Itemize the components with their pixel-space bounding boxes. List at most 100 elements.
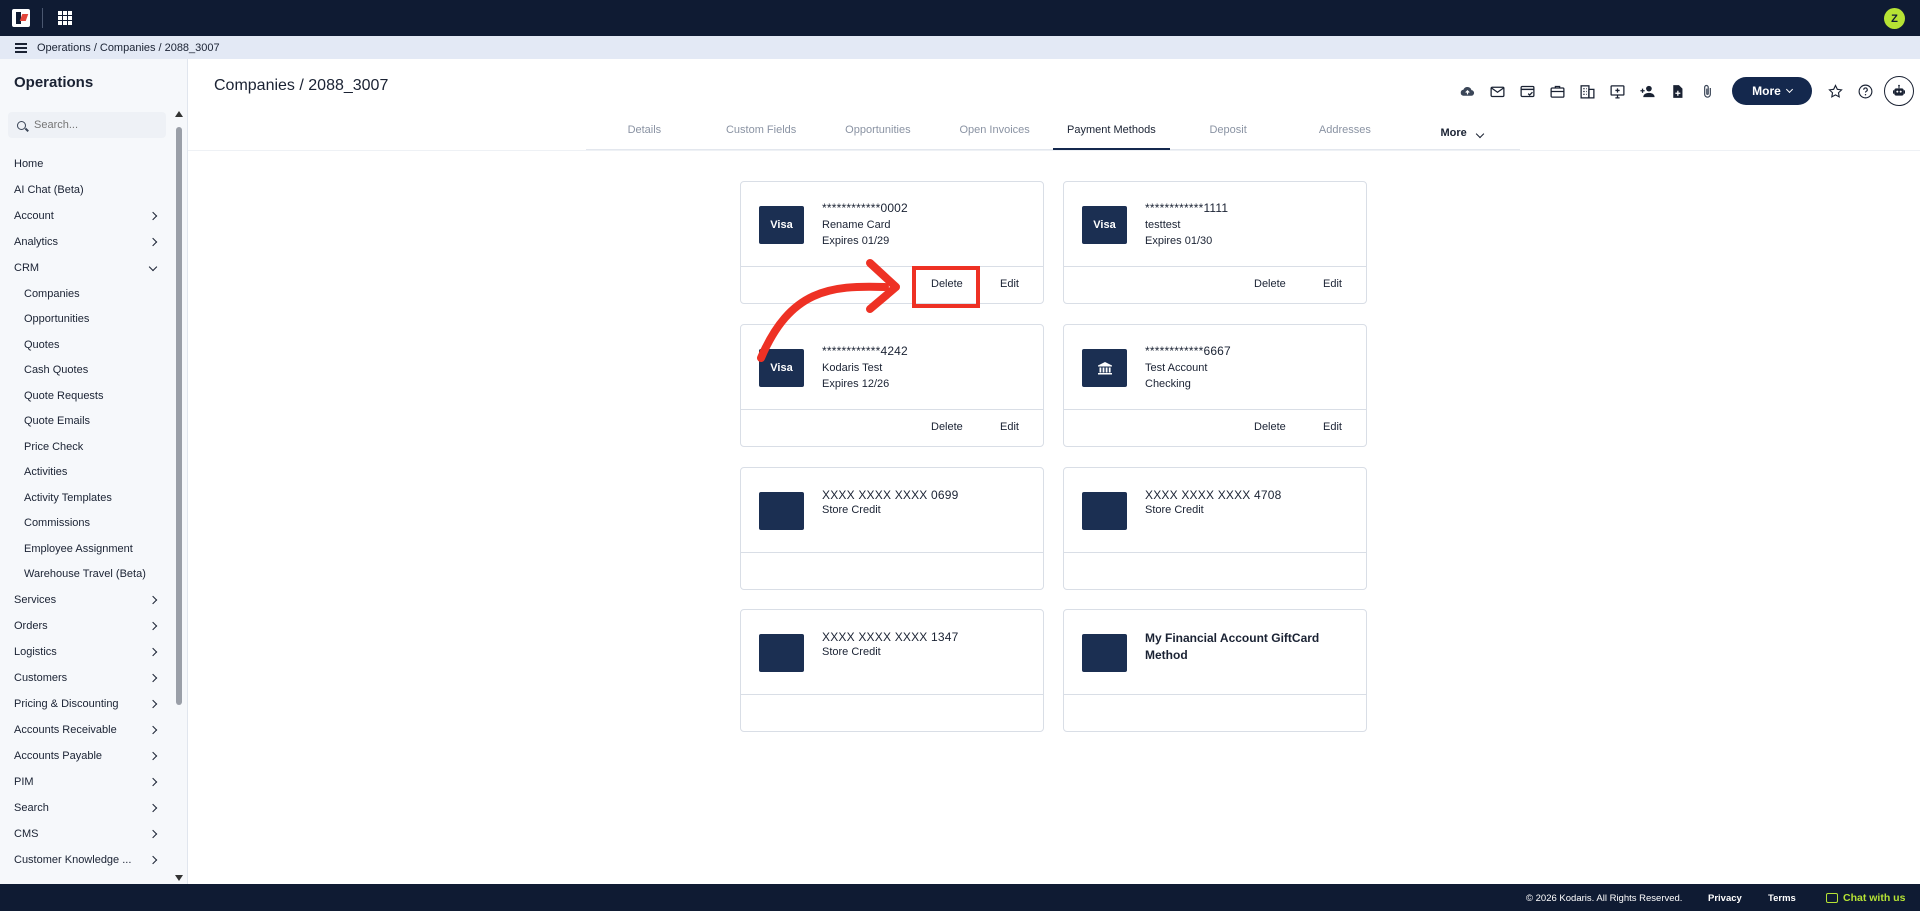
payment-method-card: Visa ************1111 testtest Expires 0… <box>1063 181 1367 304</box>
sidebar-subitem-companies[interactable]: Companies <box>0 281 170 307</box>
highlight-box <box>912 266 980 308</box>
delete-button[interactable]: Delete <box>1254 278 1286 290</box>
sidebar-item-account[interactable]: Account <box>0 203 170 229</box>
privacy-link[interactable]: Privacy <box>1708 893 1742 904</box>
sidebar-item-customers[interactable]: Customers <box>0 665 170 691</box>
monitor-plus-icon[interactable] <box>1602 80 1632 102</box>
sidebar-item-customer-knowledge[interactable]: Customer Knowledge ... <box>0 847 170 873</box>
sidebar-subitem-price-check[interactable]: Price Check <box>0 434 170 460</box>
tab-payment-methods[interactable]: Payment Methods <box>1053 117 1170 150</box>
sidebar-item-orders[interactable]: Orders <box>0 613 170 639</box>
chevron-down-icon <box>1475 129 1485 139</box>
sidebar: Operations Home AI Chat (Beta) Account Anal… <box>0 59 188 884</box>
edit-button[interactable]: Edit <box>1323 421 1342 433</box>
divider <box>188 150 1920 151</box>
divider <box>42 8 43 28</box>
sidebar-title: Operations <box>14 74 94 91</box>
scrollbar-thumb[interactable] <box>176 127 182 705</box>
sidebar-item-search[interactable]: Search <box>0 795 170 821</box>
sidebar-nav: Home AI Chat (Beta) Account Analytics CRM Com… <box>0 151 170 873</box>
tab-opportunities[interactable]: Opportunities <box>820 117 937 149</box>
payment-method-name: My Financial Account GiftCard Method <box>1145 631 1320 662</box>
mail-icon[interactable] <box>1482 80 1512 102</box>
paperclip-icon[interactable] <box>1692 80 1722 102</box>
edit-button[interactable]: Edit <box>1000 278 1019 290</box>
payment-method-card: ************6667 Test Account Checking D… <box>1063 324 1367 447</box>
sidebar-subitem-quotes[interactable]: Quotes <box>0 332 170 358</box>
help-icon[interactable] <box>1850 80 1880 102</box>
sidebar-subitem-quote-emails[interactable]: Quote Emails <box>0 409 170 435</box>
delete-button[interactable]: Delete <box>1254 421 1286 433</box>
sidebar-item-crm[interactable]: CRM <box>0 255 170 281</box>
card-number: XXXX XXXX XXXX 0699 <box>822 488 959 502</box>
sidebar-search[interactable] <box>8 112 166 138</box>
sidebar-item-label: Analytics <box>14 236 59 248</box>
terms-link[interactable]: Terms <box>1768 893 1796 904</box>
tab-deposit[interactable]: Deposit <box>1170 117 1287 149</box>
chevron-down-icon <box>1785 85 1793 94</box>
sidebar-item-pricing-discounting[interactable]: Pricing & Discounting <box>0 691 170 717</box>
sidebar-item-logistics[interactable]: Logistics <box>0 639 170 665</box>
briefcase-icon[interactable] <box>1542 80 1572 102</box>
edit-button[interactable]: Edit <box>1323 278 1342 290</box>
assistant-bot-icon[interactable] <box>1884 76 1914 106</box>
sidebar-subitem-quote-requests[interactable]: Quote Requests <box>0 383 170 409</box>
apps-grid-icon[interactable] <box>58 11 72 25</box>
sidebar-subitem-employee-assignment[interactable]: Employee Assignment <box>0 536 170 562</box>
sidebar-item-home[interactable]: Home <box>0 151 170 177</box>
scroll-down-icon[interactable] <box>175 875 183 881</box>
file-plus-icon[interactable] <box>1662 80 1692 102</box>
search-input[interactable] <box>34 119 154 131</box>
sidebar-subitem-opportunities[interactable]: Opportunities <box>0 307 170 333</box>
more-button[interactable]: More <box>1732 77 1812 105</box>
sidebar-item-analytics[interactable]: Analytics <box>0 229 170 255</box>
sidebar-item-label: Services <box>14 594 57 606</box>
delete-button[interactable]: Delete <box>931 421 963 433</box>
sidebar-item-accounts-receivable[interactable]: Accounts Receivable <box>0 717 170 743</box>
account-type: Checking <box>1145 378 1191 390</box>
card-badge <box>759 492 804 530</box>
person-add-icon[interactable] <box>1632 80 1662 102</box>
chat-button[interactable]: Chat with us <box>1826 892 1905 904</box>
star-icon[interactable] <box>1820 80 1850 102</box>
avatar[interactable]: Z <box>1884 8 1905 29</box>
tab-addresses[interactable]: Addresses <box>1287 117 1404 149</box>
edit-button[interactable]: Edit <box>1000 421 1019 433</box>
sidebar-scrollbar[interactable] <box>174 111 184 881</box>
sidebar-item-label: Logistics <box>14 646 57 658</box>
chevron-right-icon <box>148 751 158 761</box>
sidebar-item-services[interactable]: Services <box>0 587 170 613</box>
sidebar-subitem-commissions[interactable]: Commissions <box>0 511 170 537</box>
kodaris-logo[interactable] <box>12 9 30 27</box>
card-check-icon[interactable] <box>1512 80 1542 102</box>
sidebar-item-ai-chat-beta[interactable]: AI Chat (Beta) <box>0 177 170 203</box>
cloud-upload-icon[interactable] <box>1452 80 1482 102</box>
card-type: Store Credit <box>822 504 881 516</box>
menu-icon[interactable] <box>15 42 27 53</box>
tab-custom-fields[interactable]: Custom Fields <box>703 117 820 149</box>
breadcrumb-operations[interactable]: Operations <box>37 42 91 54</box>
tab-open-invoices[interactable]: Open Invoices <box>936 117 1053 149</box>
sidebar-subitem-warehouse-travel-beta[interactable]: Warehouse Travel (Beta) <box>0 562 170 588</box>
scroll-up-icon[interactable] <box>175 111 183 117</box>
breadcrumb-companies[interactable]: Companies <box>100 42 156 54</box>
sidebar-item-pim[interactable]: PIM <box>0 769 170 795</box>
tab-more[interactable]: More <box>1403 117 1520 149</box>
building-icon[interactable] <box>1572 80 1602 102</box>
chevron-right-icon <box>148 621 158 631</box>
tab-details[interactable]: Details <box>586 117 703 149</box>
sidebar-subitem-activities[interactable]: Activities <box>0 460 170 486</box>
sidebar-item-accounts-payable[interactable]: Accounts Payable <box>0 743 170 769</box>
sidebar-item-label: AI Chat (Beta) <box>14 184 84 196</box>
chevron-right-icon <box>148 803 158 813</box>
visa-badge: Visa <box>759 206 804 244</box>
header-toolbar: More <box>1452 76 1914 106</box>
sidebar-subitem-activity-templates[interactable]: Activity Templates <box>0 485 170 511</box>
sidebar-item-cms[interactable]: CMS <box>0 821 170 847</box>
sidebar-subitem-cash-quotes[interactable]: Cash Quotes <box>0 358 170 384</box>
chevron-right-icon <box>148 595 158 605</box>
more-button-label: More <box>1752 84 1781 98</box>
card-expiry: Expires 01/30 <box>1145 235 1213 247</box>
card-expiry: Expires 12/26 <box>822 378 890 390</box>
top-bar: Z <box>0 0 1920 36</box>
